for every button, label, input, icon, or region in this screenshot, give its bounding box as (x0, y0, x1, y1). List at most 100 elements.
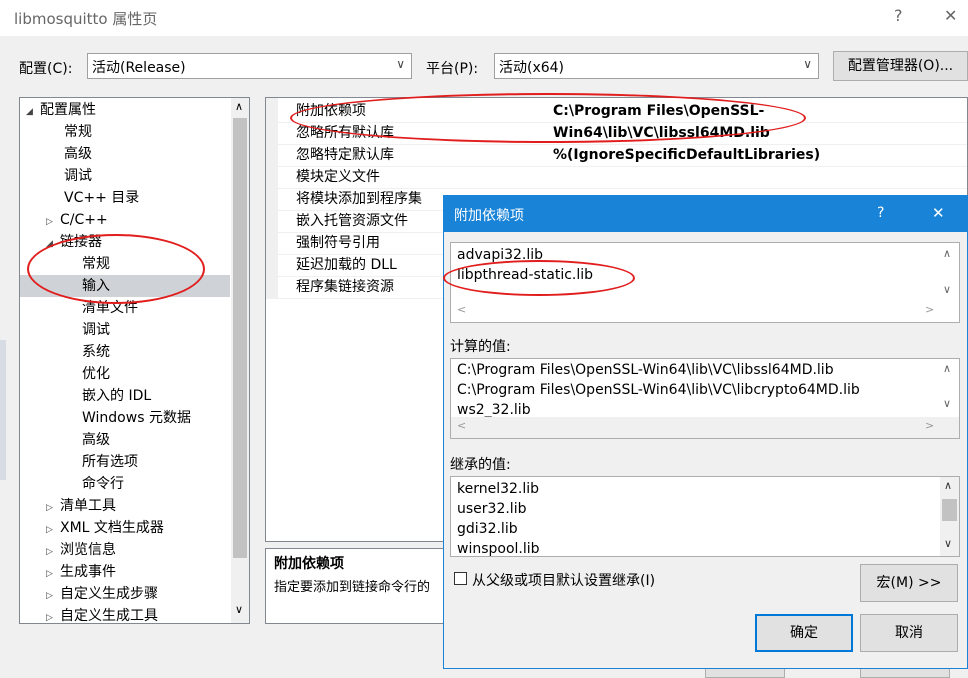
collapsed-icon: ▷ (46, 503, 53, 513)
close-icon[interactable]: ✕ (944, 6, 957, 25)
tree-item-windows-metadata[interactable]: Windows 元数据 (82, 407, 191, 429)
prop-name: 将模块添加到程序集 (296, 191, 422, 207)
scrollbar-thumb[interactable] (233, 118, 247, 558)
prop-name: 忽略特定默认库 (296, 147, 394, 163)
tree-item-custom-build-step[interactable]: ▷ 自定义生成步骤 (46, 583, 158, 605)
tree-item-manifest-tool[interactable]: ▷ 清单工具 (46, 495, 116, 517)
tree-item-all-options[interactable]: 所有选项 (82, 451, 138, 473)
collapsed-icon: ▷ (46, 217, 53, 227)
tree-item-label: 清单工具 (60, 498, 116, 514)
ok-button[interactable]: 确定 (755, 614, 853, 652)
tree-item-command-line[interactable]: 命令行 (82, 473, 124, 495)
tree-item-label: 生成事件 (60, 564, 116, 580)
tree-item-advanced[interactable]: 高级 (64, 143, 92, 165)
annotation-ellipse (27, 234, 205, 304)
property-tree[interactable]: ◢ 配置属性 常规 高级 调试 VC++ 目录 ▷ C/C++ ◢ 链接器 常规 输入… (19, 97, 250, 624)
help-icon[interactable]: ? (894, 6, 903, 25)
tree-item-debugging[interactable]: 调试 (64, 165, 92, 187)
inherited-values-label: 继承的值: (450, 457, 511, 473)
dialog-help-icon[interactable]: ? (877, 205, 884, 221)
tree-item-label: 自定义生成步骤 (60, 586, 158, 602)
platform-select[interactable]: 活动(x64) ∨ (494, 53, 819, 79)
tree-item-build-events[interactable]: ▷ 生成事件 (46, 561, 116, 583)
inherited-line: kernel32.lib (457, 481, 540, 497)
collapsed-icon: ▷ (46, 547, 53, 557)
scroll-up-icon[interactable]: ∧ (944, 479, 952, 492)
scroll-down-icon[interactable]: ∨ (235, 603, 243, 616)
tree-item-label: 浏览信息 (60, 542, 116, 558)
tree-item-vc-dirs[interactable]: VC++ 目录 (64, 187, 139, 209)
scrollbar-thumb[interactable] (942, 499, 957, 521)
scroll-down-icon[interactable]: ∨ (944, 537, 952, 550)
annotation-ellipse (290, 93, 806, 143)
inherited-line: winspool.lib (457, 541, 540, 557)
inherit-checkbox-label[interactable]: 从父级或项目默认设置继承(I) (472, 570, 655, 590)
annotation-ellipse (443, 260, 635, 296)
scroll-up-icon[interactable]: ∧ (235, 100, 243, 113)
computed-line: C:\Program Files\OpenSSL-Win64\lib\VC\li… (457, 382, 860, 398)
tree-item-cpp[interactable]: ▷ C/C++ (46, 209, 108, 231)
tree-item-linker-debugging[interactable]: 调试 (82, 319, 110, 341)
macro-button[interactable]: 宏(M) >> (860, 564, 958, 602)
prop-value[interactable]: %(IgnoreSpecificDefaultLibraries) (553, 144, 820, 166)
window-title: libmosquitto 属性页 (14, 10, 158, 28)
collapsed-icon: ▷ (46, 613, 53, 623)
dialog-close-icon[interactable]: ✕ (932, 204, 945, 222)
expanded-icon: ◢ (26, 107, 33, 117)
scroll-down-icon[interactable]: ∨ (943, 283, 951, 296)
tree-item-linker-advanced[interactable]: 高级 (82, 429, 110, 451)
scroll-right-icon[interactable]: > (925, 419, 934, 432)
dialog-title-bar: 附加依赖项 ? ✕ (444, 196, 967, 232)
horizontal-scrollbar[interactable]: < > (451, 417, 959, 438)
background-window-edge (0, 340, 6, 480)
collapsed-icon: ▷ (46, 591, 53, 601)
cancel-button[interactable]: 取消 (860, 614, 958, 652)
prop-name: 强制符号引用 (296, 235, 380, 251)
prop-name: 延迟加载的 DLL (296, 257, 397, 273)
scroll-right-icon[interactable]: > (925, 303, 934, 316)
inherited-values-box: kernel32.lib user32.lib gdi32.lib winspo… (450, 476, 960, 557)
prop-row[interactable]: 忽略特定默认库 %(IgnoreSpecificDefaultLibraries) (266, 144, 967, 167)
tree-item-optimization[interactable]: 优化 (82, 363, 110, 385)
inherited-scrollbar[interactable]: ∧ ∨ (940, 477, 959, 556)
computed-line: ws2_32.lib (457, 402, 531, 418)
scroll-left-icon[interactable]: < (457, 303, 466, 316)
config-value: 活动(Release) (92, 60, 186, 76)
inherited-line: gdi32.lib (457, 521, 518, 537)
description-panel: 附加依赖项 指定要添加到链接命令行的 (265, 548, 465, 624)
scroll-up-icon[interactable]: ∧ (943, 247, 951, 260)
description-title: 附加依赖项 (274, 556, 344, 572)
config-label: 配置(C): (19, 61, 73, 77)
prop-name: 模块定义文件 (296, 169, 380, 185)
scroll-down-icon[interactable]: ∨ (943, 397, 951, 410)
chevron-down-icon: ∨ (396, 57, 405, 71)
tree-item-label: 配置属性 (40, 102, 96, 118)
tree-item-xml-doc[interactable]: ▷ XML 文档生成器 (46, 517, 164, 539)
prop-row[interactable]: 模块定义文件 (266, 166, 967, 189)
platform-label: 平台(P): (426, 61, 479, 77)
description-text: 指定要添加到链接命令行的 (274, 580, 431, 595)
tree-item-label: XML 文档生成器 (60, 520, 164, 536)
tree-item-label: C/C++ (60, 212, 108, 228)
scroll-left-icon[interactable]: < (457, 419, 466, 432)
tree-scrollbar[interactable]: ∧ ∨ (231, 98, 249, 623)
tree-item-general[interactable]: 常规 (64, 121, 92, 143)
title-bar: libmosquitto 属性页 ? ✕ (0, 0, 968, 36)
inherit-checkbox[interactable] (454, 572, 467, 585)
platform-value: 活动(x64) (499, 60, 565, 76)
prop-name: 程序集链接资源 (296, 279, 394, 295)
config-select[interactable]: 活动(Release) ∨ (87, 53, 412, 79)
collapsed-icon: ▷ (46, 569, 53, 579)
scroll-up-icon[interactable]: ∧ (943, 362, 951, 375)
computed-values-label: 计算的值: (450, 339, 511, 355)
properties-window: libmosquitto 属性页 ? ✕ 配置(C): 活动(Release) … (0, 0, 968, 678)
tree-item-system[interactable]: 系统 (82, 341, 110, 363)
collapsed-icon: ▷ (46, 525, 53, 535)
tree-item-custom-build-tool[interactable]: ▷ 自定义生成工具 (46, 605, 158, 624)
tree-item-label: 自定义生成工具 (60, 608, 158, 624)
config-manager-button[interactable]: 配置管理器(O)... (833, 51, 968, 81)
tree-item-browse-info[interactable]: ▷ 浏览信息 (46, 539, 116, 561)
tree-item-root[interactable]: ◢ 配置属性 (26, 99, 96, 121)
dialog-title: 附加依赖项 (454, 208, 524, 224)
tree-item-embedded-idl[interactable]: 嵌入的 IDL (82, 385, 151, 407)
